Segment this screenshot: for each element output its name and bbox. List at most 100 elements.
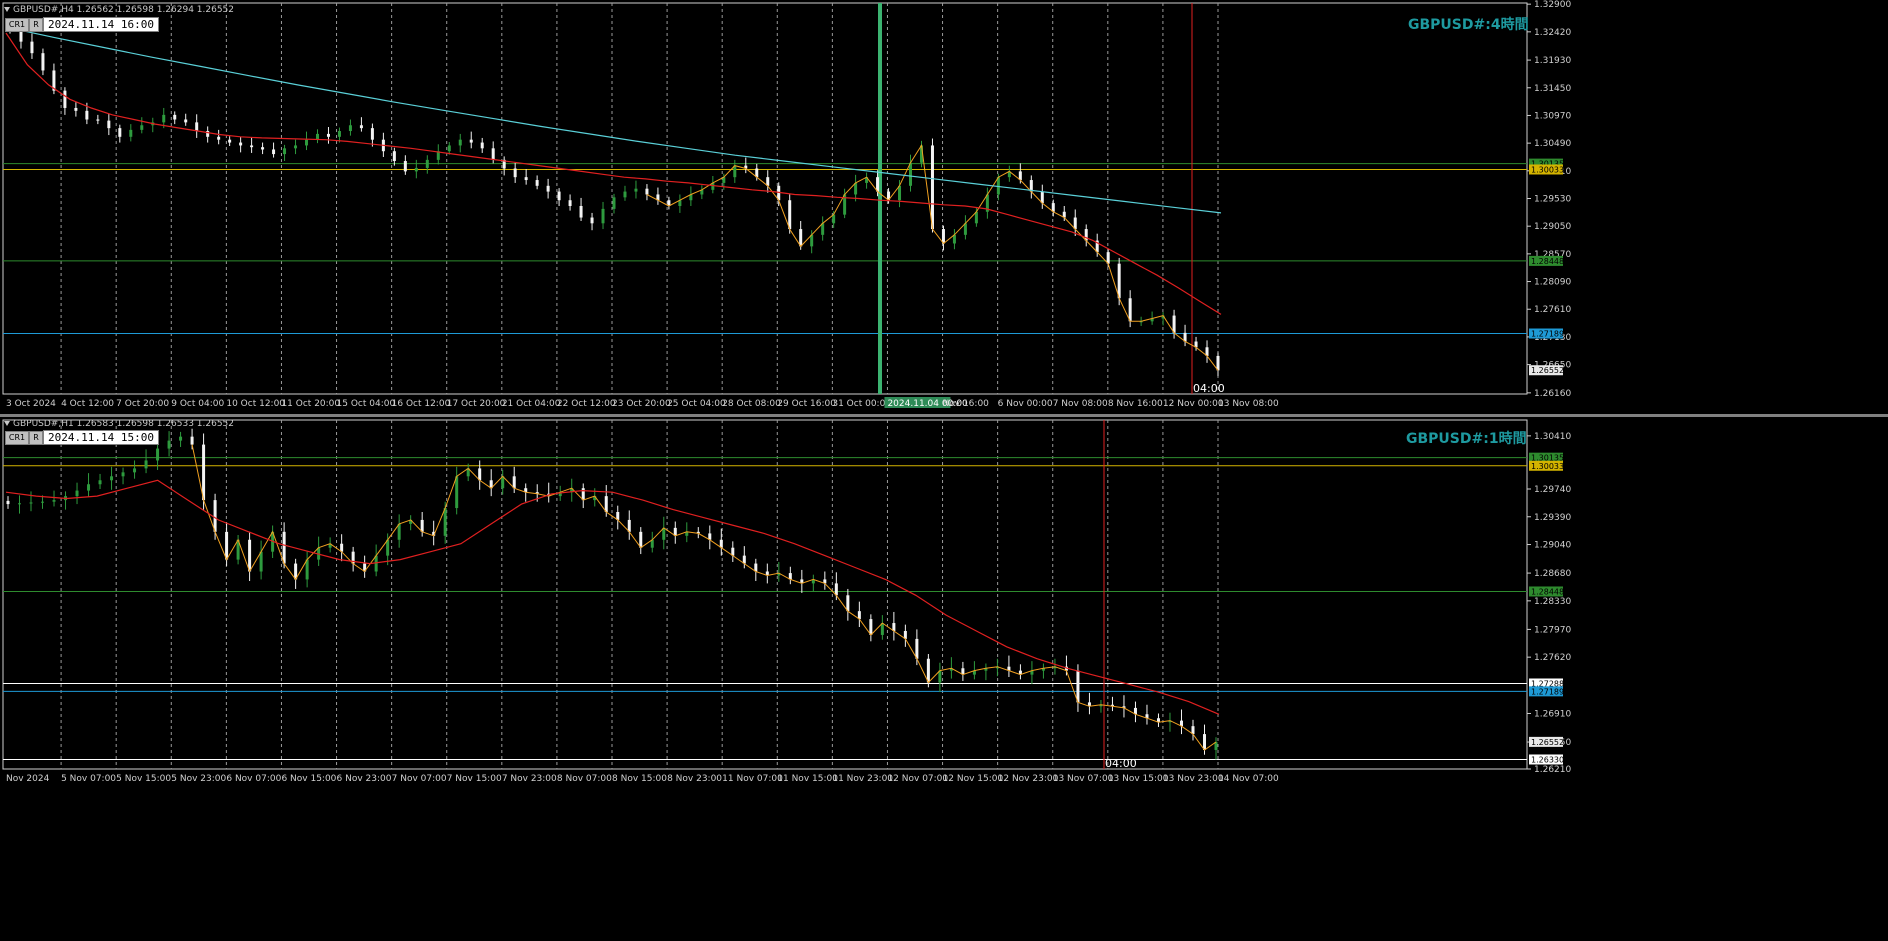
h4-cr1-button[interactable]: CR1 bbox=[5, 18, 29, 32]
y-tick-label: 1.26910 bbox=[1534, 709, 1571, 719]
h1-pane-title: GBPUSD#:1時間 bbox=[1406, 431, 1527, 447]
selected-bar-vertical-line bbox=[878, 3, 882, 394]
x-tick-label: 12 Nov 15:00 bbox=[943, 774, 1004, 784]
candle-body bbox=[173, 114, 177, 120]
x-tick-label: 8 Nov 23:00 bbox=[667, 774, 722, 784]
candle-body bbox=[87, 484, 91, 491]
y-tick-label: 1.28680 bbox=[1534, 569, 1571, 579]
candle-body bbox=[156, 448, 160, 461]
candle-body bbox=[315, 133, 319, 140]
candle-body bbox=[480, 142, 484, 149]
candle-body bbox=[374, 555, 378, 572]
candle-body bbox=[74, 107, 78, 111]
candle-body bbox=[846, 595, 850, 612]
price-level-label: 1.26330 bbox=[1531, 755, 1564, 764]
price-level-label: 1.30033 bbox=[1531, 165, 1564, 174]
x-tick-label: Nov 16:00 bbox=[943, 399, 990, 409]
plot-border bbox=[2, 419, 1528, 770]
candle-body bbox=[447, 145, 451, 152]
candle-body bbox=[250, 145, 254, 148]
candle-body bbox=[425, 159, 429, 168]
price-level-label: 1.27189 bbox=[1531, 330, 1564, 339]
h4-r-button[interactable]: R bbox=[29, 18, 43, 32]
y-tick-label: 1.30410 bbox=[1534, 432, 1571, 442]
candle-body bbox=[261, 147, 265, 150]
x-tick-label: 12 Nov 23:00 bbox=[998, 774, 1059, 784]
x-tick-label: 11 Nov 07:00 bbox=[722, 774, 783, 784]
candle-body bbox=[568, 200, 572, 206]
x-tick-label: 5 Nov 07:00 bbox=[61, 774, 116, 784]
x-tick-label: 7 Oct 20:00 bbox=[116, 399, 169, 409]
h4-header-text: GBPUSD#,H4 1.26562 1.26598 1.26294 1.265… bbox=[13, 5, 235, 15]
y-tick-label: 1.29050 bbox=[1534, 222, 1571, 232]
dropdown-icon[interactable] bbox=[4, 421, 10, 426]
x-tick-label: 9 Oct 04:00 bbox=[171, 399, 224, 409]
candle-body bbox=[283, 148, 287, 155]
zigzag-line bbox=[191, 444, 1217, 751]
plot-border bbox=[2, 2, 1528, 395]
y-tick-label: 1.31930 bbox=[1534, 56, 1571, 66]
price-level-label: 1.27189 bbox=[1531, 687, 1564, 696]
x-tick-label: 16 Oct 12:00 bbox=[392, 399, 451, 409]
x-tick-label: 11 Nov 15:00 bbox=[777, 774, 838, 784]
candle-body bbox=[41, 501, 45, 503]
candle-body bbox=[1128, 298, 1132, 322]
candle-body bbox=[915, 638, 919, 659]
h1-cr1-button[interactable]: CR1 bbox=[5, 431, 29, 445]
y-tick-label: 1.30970 bbox=[1534, 111, 1571, 121]
h4-date-box[interactable]: 2024.11.14 16:00 bbox=[43, 17, 159, 32]
candle-body bbox=[305, 559, 309, 580]
h1-chart-svg[interactable]: Nov 2024 5 Nov 07:00 5 Nov 15:00 5 Nov 23:0… bbox=[0, 417, 1888, 941]
x-tick-label: 13 Nov 07:00 bbox=[1053, 774, 1114, 784]
y-tick-label: 1.27610 bbox=[1534, 305, 1571, 315]
h1-chart-header: GBPUSD#,H1 1.26583 1.26598 1.26533 1.265… bbox=[4, 419, 234, 429]
candle-body bbox=[144, 460, 148, 469]
x-tick-label: 22 Oct 12:00 bbox=[557, 399, 616, 409]
candle-body bbox=[30, 41, 34, 54]
candle-body bbox=[909, 162, 913, 186]
candle-body bbox=[834, 583, 838, 596]
y-tick-label: 1.31450 bbox=[1534, 84, 1571, 94]
x-tick-label: 25 Oct 04:00 bbox=[667, 399, 726, 409]
dropdown-icon[interactable] bbox=[4, 7, 10, 12]
y-tick-label: 1.26160 bbox=[1534, 389, 1571, 399]
y-tick-label: 1.26210 bbox=[1534, 765, 1571, 775]
candle-body bbox=[239, 142, 243, 146]
x-tick-label: 7 Nov 23:00 bbox=[502, 774, 557, 784]
price-level-label: 1.28448 bbox=[1531, 257, 1564, 266]
x-tick-label: 23 Oct 20:00 bbox=[612, 399, 671, 409]
x-tick-label: 13 Nov 15:00 bbox=[1108, 774, 1169, 784]
x-tick-label: 13 Nov 23:00 bbox=[1163, 774, 1224, 784]
h4-chart-pane[interactable]: 3 Oct 2024 4 Oct 12:00 7 Oct 20:00 9 Oct 04… bbox=[0, 0, 1888, 414]
h4-chart-header: GBPUSD#,H4 1.26562 1.26598 1.26294 1.265… bbox=[4, 5, 234, 15]
x-tick-label: 4 Oct 12:00 bbox=[61, 399, 114, 409]
candle-body bbox=[217, 136, 221, 140]
h1-chart-pane[interactable]: Nov 2024 5 Nov 07:00 5 Nov 15:00 5 Nov 23:0… bbox=[0, 417, 1888, 941]
y-tick-label: 1.29530 bbox=[1534, 195, 1571, 205]
candle-body bbox=[63, 90, 67, 108]
x-tick-label: 14 Nov 07:00 bbox=[1218, 774, 1279, 784]
candle-body bbox=[397, 523, 401, 540]
candle-body bbox=[491, 148, 495, 160]
price-level-label: 1.28448 bbox=[1531, 587, 1564, 596]
x-tick-label: 21 Oct 04:00 bbox=[502, 399, 561, 409]
moving-average-cyan bbox=[5, 26, 1222, 214]
candle-body bbox=[110, 476, 114, 481]
candle-body bbox=[579, 205, 583, 218]
candle-body bbox=[392, 151, 396, 162]
time-marker-label: 04:00 bbox=[1193, 382, 1225, 395]
h1-r-button[interactable]: R bbox=[29, 431, 43, 445]
candle-body bbox=[294, 145, 298, 149]
h4-chart-svg[interactable]: 3 Oct 2024 4 Oct 12:00 7 Oct 20:00 9 Oct 04… bbox=[0, 0, 1888, 414]
candle-body bbox=[930, 145, 934, 230]
candle-body bbox=[85, 110, 89, 120]
h1-date-box[interactable]: 2024.11.14 15:00 bbox=[43, 430, 159, 445]
candle-body bbox=[6, 500, 10, 505]
candle-body bbox=[1117, 263, 1121, 299]
x-tick-label: 7 Nov 08:00 bbox=[1053, 399, 1108, 409]
candle-body bbox=[604, 496, 608, 513]
h4-pane-title: GBPUSD#:4時間 bbox=[1408, 17, 1529, 33]
x-tick-label: 28 Oct 08:00 bbox=[722, 399, 781, 409]
y-tick-label: 1.32900 bbox=[1534, 0, 1571, 10]
x-tick-label: 29 Oct 16:00 bbox=[777, 399, 836, 409]
